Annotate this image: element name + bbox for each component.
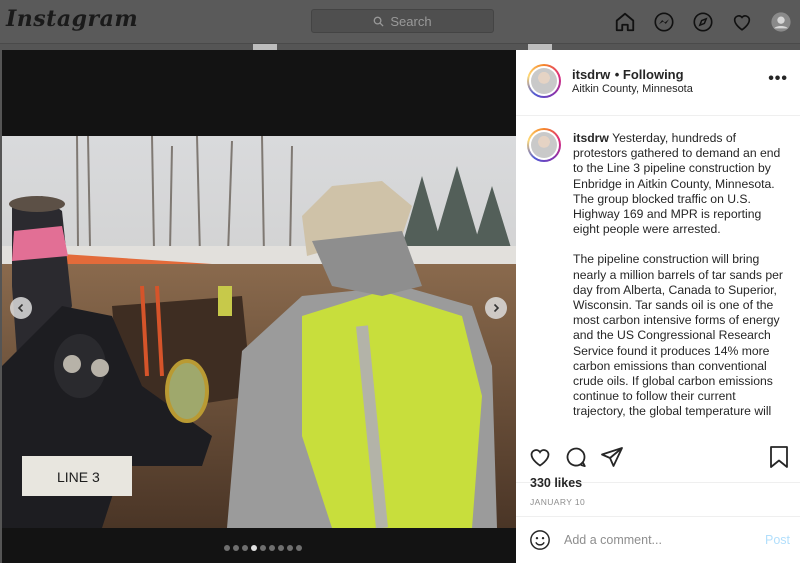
carousel-dot	[278, 545, 284, 551]
chevron-right-icon	[493, 303, 500, 313]
search-box[interactable]: Search	[311, 9, 494, 33]
explore-icon[interactable]	[692, 11, 714, 33]
carousel-dot	[233, 545, 239, 551]
carousel-dot	[251, 545, 257, 551]
post-photo[interactable]: LINE 3	[2, 136, 516, 528]
avatar[interactable]	[527, 128, 561, 162]
caption-scroll-area[interactable]: itsdrw Yesterday, hundreds of protestors…	[516, 117, 800, 483]
heart-icon[interactable]	[731, 11, 753, 33]
carousel-dot	[242, 545, 248, 551]
messenger-icon[interactable]	[653, 11, 675, 33]
post-author-username[interactable]: itsdrw	[572, 67, 610, 82]
post-detail-panel: itsdrw • Following Aitkin County, Minnes…	[516, 50, 800, 563]
carousel-indicator	[224, 545, 302, 551]
comment-input[interactable]: Add a comment...	[564, 533, 662, 547]
post-caption: itsdrw Yesterday, hundreds of protestors…	[573, 131, 785, 435]
post-location[interactable]: Aitkin County, Minnesota	[572, 83, 693, 95]
carousel-dot	[224, 545, 230, 551]
photo-sign-text: LINE 3	[57, 469, 100, 485]
top-nav-bar: Instagram Search	[0, 0, 800, 44]
caption-paragraph: Yesterday, hundreds of protestors gather…	[573, 131, 781, 237]
comment-bar: Add a comment... Post	[516, 516, 800, 563]
post-actions	[528, 445, 624, 474]
avatar[interactable]	[527, 64, 561, 98]
post-comment-button[interactable]: Post	[765, 533, 790, 547]
chevron-left-icon	[17, 303, 24, 313]
search-icon	[374, 16, 384, 27]
following-status[interactable]: • Following	[615, 67, 684, 82]
post-media-area: LINE 3	[2, 50, 516, 563]
carousel-dot	[296, 545, 302, 551]
carousel-dot	[269, 545, 275, 551]
carousel-dot	[260, 545, 266, 551]
like-count[interactable]: 330 likes	[530, 476, 582, 490]
caption-paragraph: The pipeline construction will bring nea…	[573, 252, 783, 419]
bookmark-icon[interactable]	[768, 445, 790, 474]
caption-username[interactable]: itsdrw	[573, 131, 609, 145]
post-date[interactable]: JANUARY 10	[530, 497, 585, 507]
search-placeholder: Search	[390, 13, 432, 29]
carousel-prev-button[interactable]	[10, 297, 32, 319]
emoji-icon[interactable]	[529, 529, 551, 551]
profile-icon[interactable]	[770, 11, 792, 33]
carousel-dot	[287, 545, 293, 551]
share-icon[interactable]	[600, 445, 624, 474]
post-header: itsdrw • Following Aitkin County, Minnes…	[516, 50, 800, 116]
more-options-icon[interactable]: •••	[768, 70, 788, 88]
home-icon[interactable]	[614, 11, 636, 33]
instagram-logo[interactable]: Instagram	[6, 6, 138, 32]
carousel-next-button[interactable]	[485, 297, 507, 319]
comment-icon[interactable]	[564, 445, 588, 474]
like-heart-icon[interactable]	[528, 445, 552, 474]
